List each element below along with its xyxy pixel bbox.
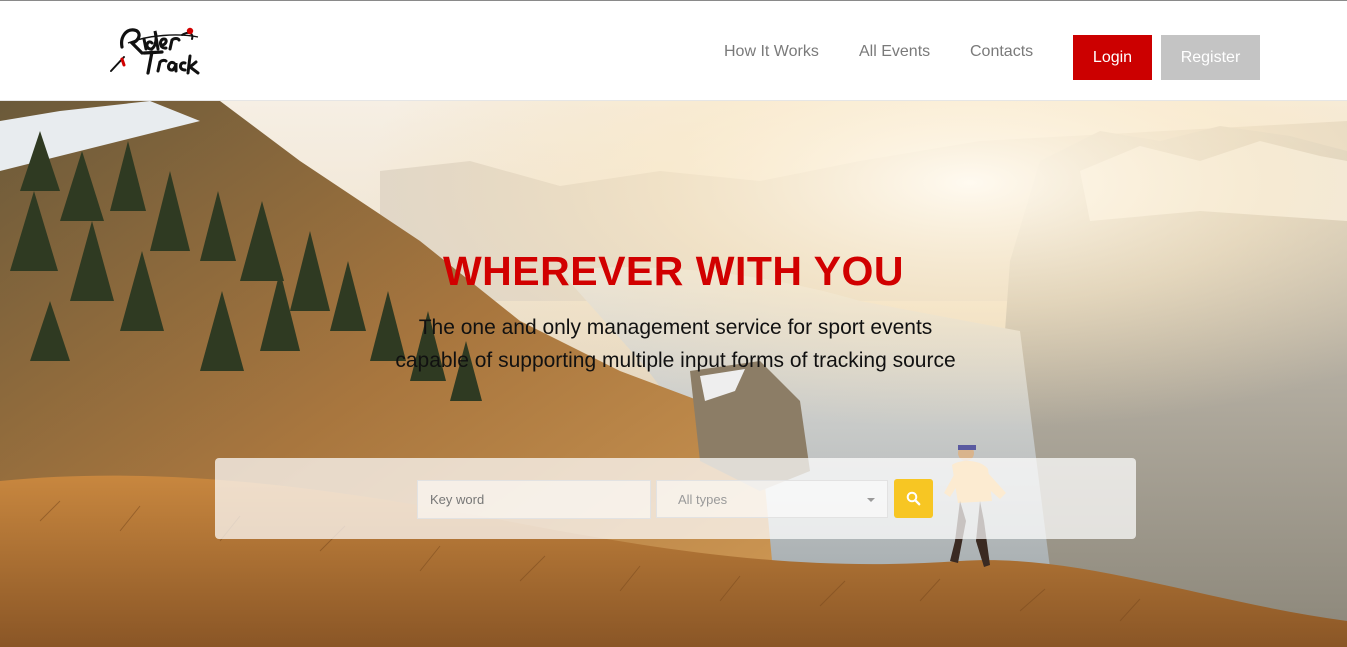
event-type-selected-value: All types [678, 492, 728, 507]
register-button[interactable]: Register [1161, 35, 1260, 80]
login-button[interactable]: Login [1073, 35, 1152, 80]
brand-logo[interactable] [108, 23, 202, 77]
nav-all-events[interactable]: All Events [859, 43, 930, 61]
hero-subtitle-line-2: capable of supporting multiple input for… [395, 349, 956, 372]
nav-contacts[interactable]: Contacts [970, 43, 1033, 61]
search-button[interactable] [894, 479, 933, 518]
hero-background-image [0, 101, 1347, 647]
event-search-panel: All types [215, 458, 1136, 539]
site-header: How It Works All Events Contacts Login R… [0, 1, 1347, 101]
search-icon [906, 491, 921, 506]
chevron-down-icon [867, 498, 875, 502]
ridertrack-logo-icon [110, 27, 200, 75]
hero-section: WHEREVER WITH YOU The one and only manag… [0, 101, 1347, 647]
keyword-search-input[interactable] [417, 480, 651, 519]
hero-subtitle-line-1: The one and only management service for … [418, 316, 933, 339]
hero-title: WHEREVER WITH YOU [442, 248, 905, 294]
nav-how-it-works[interactable]: How It Works [724, 43, 819, 61]
event-type-select[interactable]: All types [656, 480, 888, 518]
